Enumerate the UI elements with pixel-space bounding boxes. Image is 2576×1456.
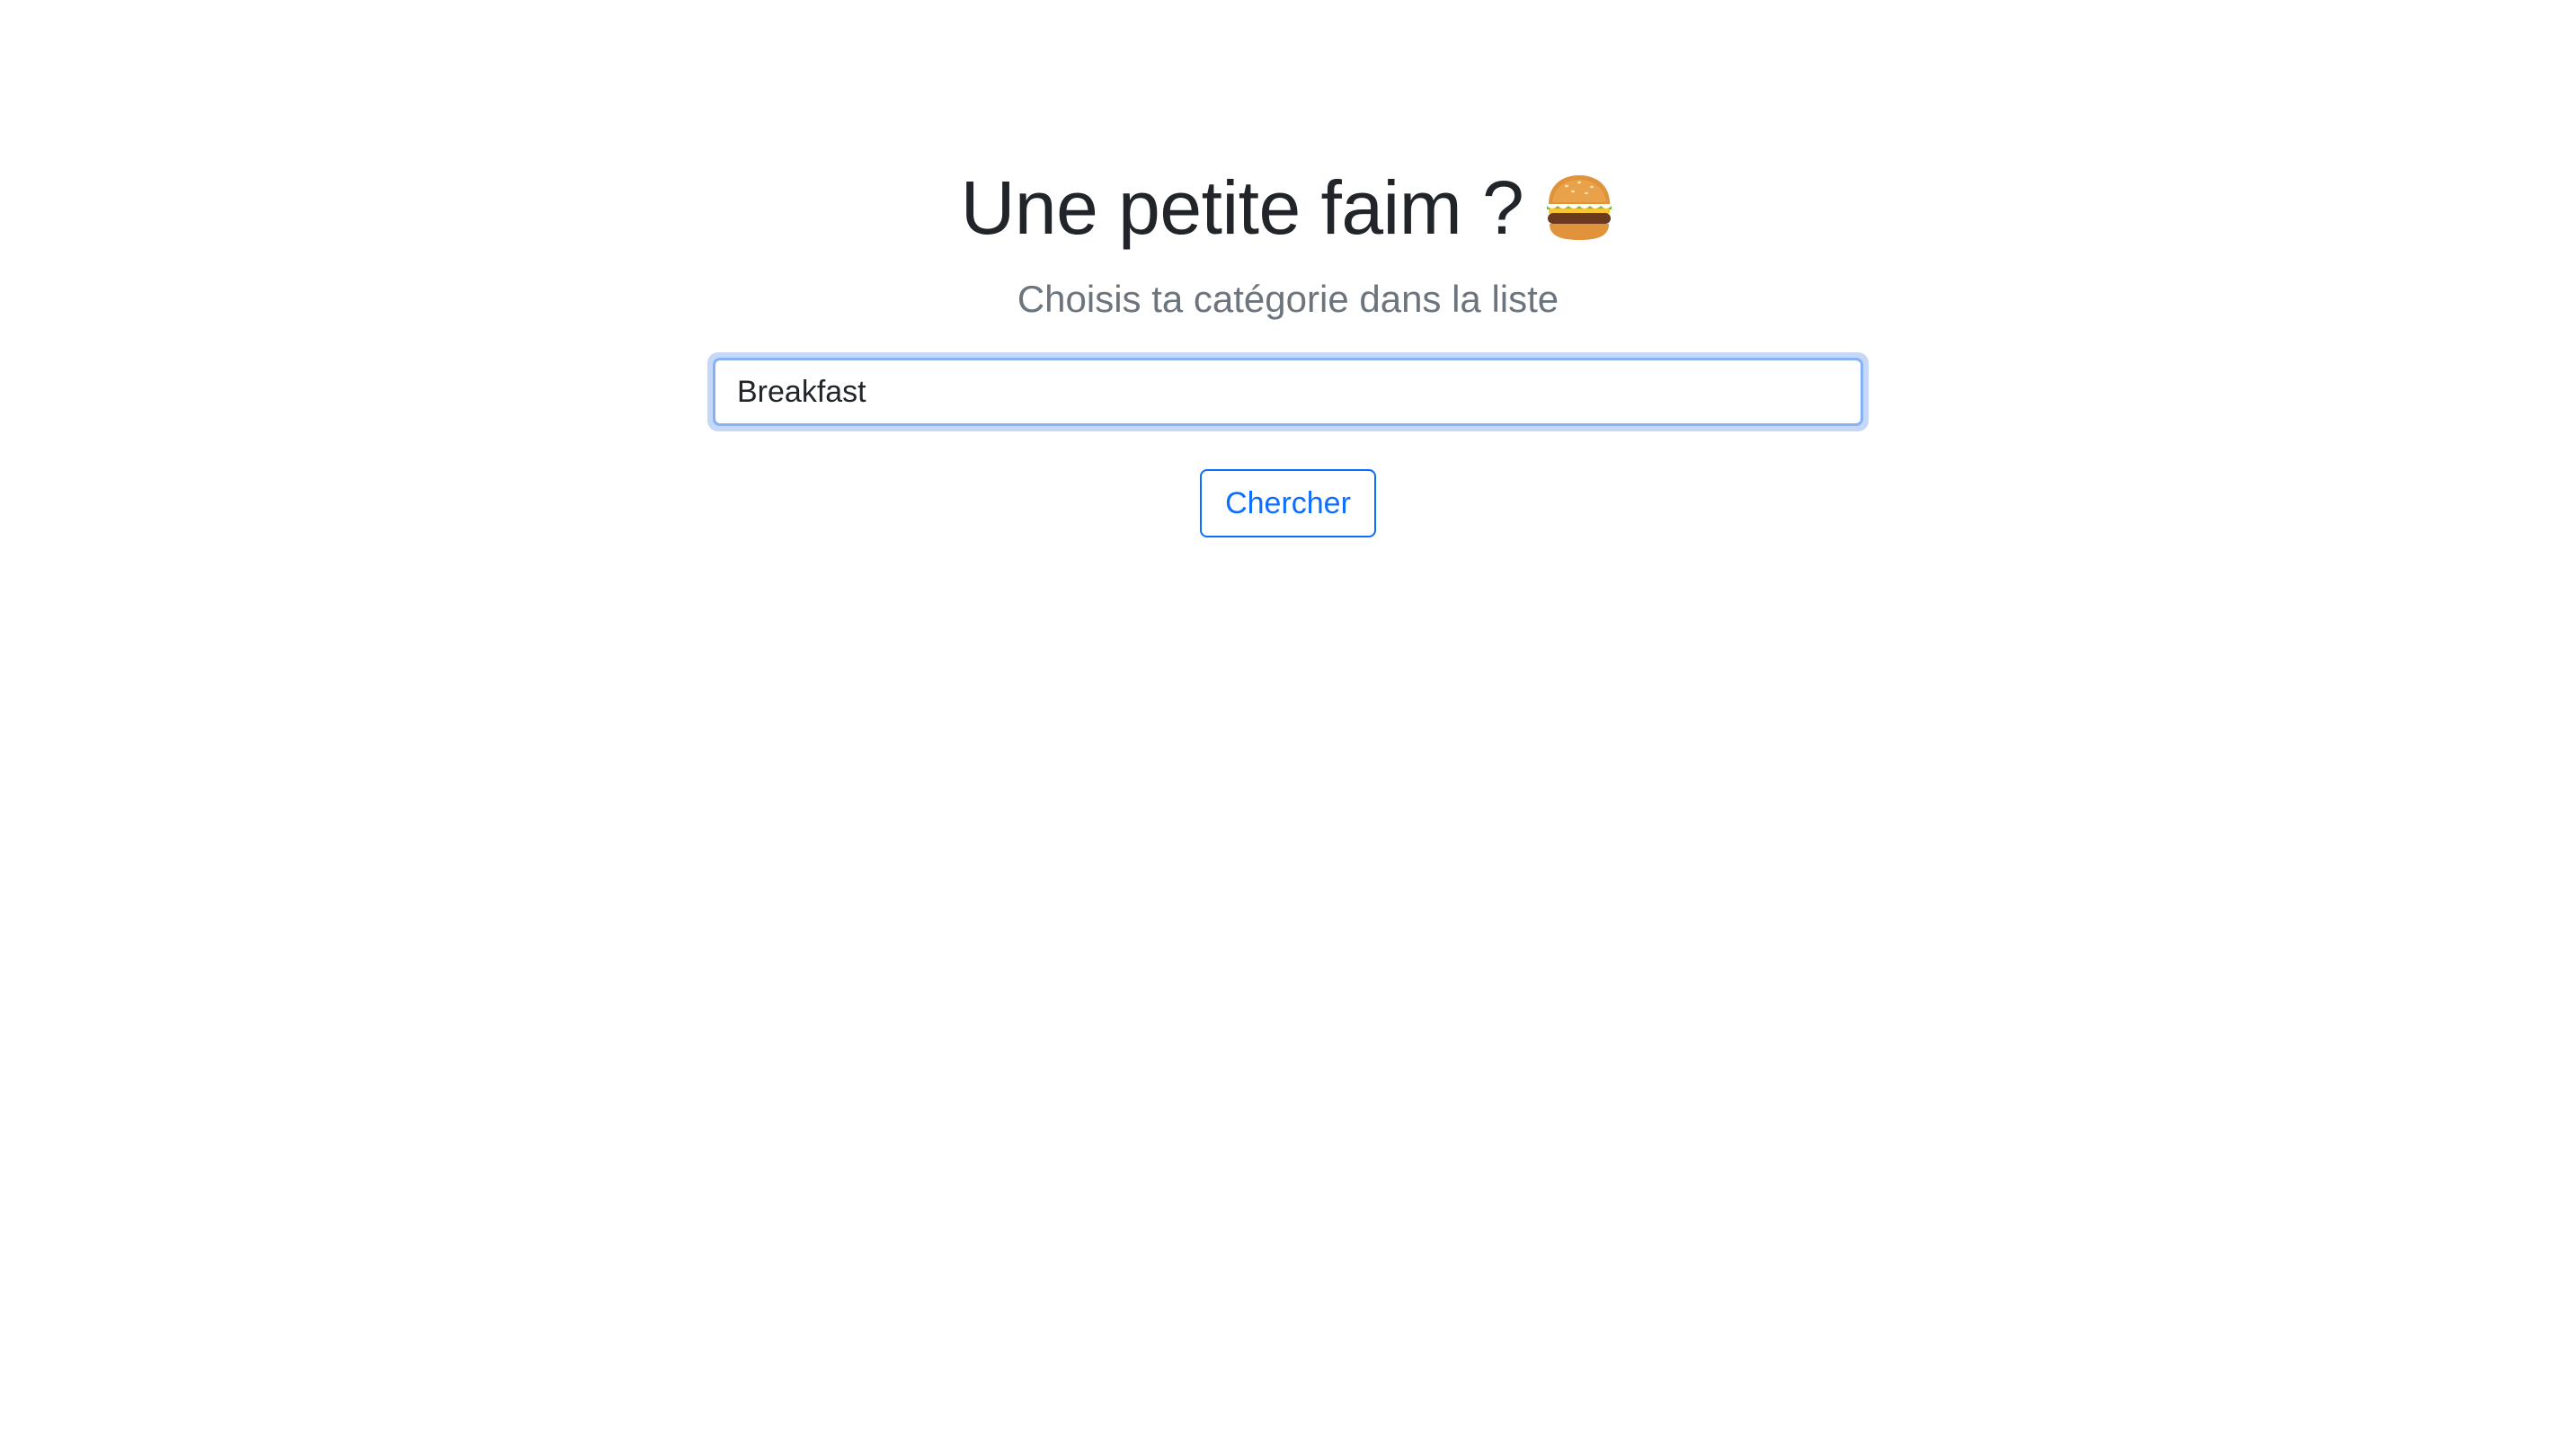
search-button[interactable]: Chercher <box>1200 469 1376 538</box>
category-search-input[interactable] <box>713 358 1863 427</box>
page-subtitle: Choisis ta catégorie dans la liste <box>1017 278 1559 320</box>
hero-section: Une petite faim ? Choisis ta catégorie d… <box>0 0 2576 538</box>
page: Une petite faim ? Choisis ta catégorie d… <box>0 0 2576 1456</box>
search-focus-ring <box>707 352 1869 432</box>
title-row: Une petite faim ? <box>961 158 1616 257</box>
burger-icon <box>1543 172 1615 244</box>
page-title: Une petite faim ? <box>960 165 1524 250</box>
